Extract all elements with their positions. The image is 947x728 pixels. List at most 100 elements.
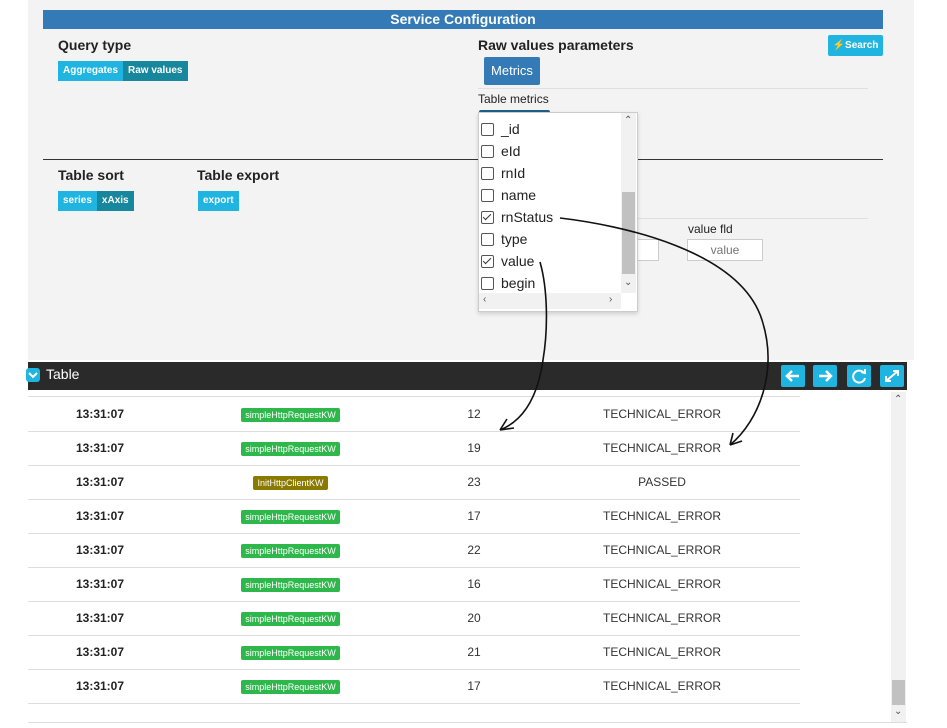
- query-type-title: Query type: [58, 37, 132, 53]
- keyword-badge: simpleHttpRequestKW: [241, 441, 340, 456]
- time-cell: 13:31:07: [75, 611, 125, 625]
- table-row: 13:31:07 simpleHttpRequestKW 12 TECHNICAL_E…: [28, 397, 800, 432]
- option-label: eId: [501, 143, 521, 159]
- status-cell: TECHNICAL_ERROR: [602, 645, 722, 659]
- keyword-badge: simpleHttpRequestKW: [241, 679, 340, 694]
- expand-icon[interactable]: [880, 365, 904, 387]
- status-cell: TECHNICAL_ERROR: [602, 407, 722, 421]
- value-fld-label: value fld: [688, 222, 733, 236]
- keyword-cell: simpleHttpRequestKW: [208, 669, 373, 703]
- value-cell: 17: [467, 509, 481, 523]
- keyword-cell: simpleHttpRequestKW: [208, 601, 373, 635]
- arrow-left-icon[interactable]: [781, 365, 805, 387]
- keyword-cell: simpleHttpRequestKW: [208, 635, 373, 669]
- time-cell: 13:31:07: [75, 679, 125, 693]
- divider: [636, 218, 868, 219]
- table-scroll-thumb[interactable]: [892, 680, 905, 705]
- option-label: _id: [501, 121, 520, 137]
- option-label: value: [501, 253, 535, 269]
- scroll-down-icon[interactable]: ⌄: [894, 706, 902, 717]
- table-metrics-label: Table metrics: [478, 92, 549, 106]
- metrics-tab[interactable]: Metrics: [484, 57, 540, 85]
- keyword-cell: simpleHttpRequestKW: [208, 567, 373, 601]
- value-cell: 17: [467, 679, 481, 693]
- table-vertical-scrollbar[interactable]: ⌃ ⌄: [891, 392, 906, 722]
- value-cell: 16: [467, 577, 481, 591]
- option-label: type: [501, 231, 528, 247]
- dropdown-horizontal-scrollbar[interactable]: ‹ ›: [479, 293, 621, 309]
- series-button[interactable]: series: [58, 191, 97, 211]
- metrics-dropdown: _id eId rnId name rnStatus type value be…: [478, 112, 638, 312]
- search-button[interactable]: ⚡Search: [828, 35, 883, 56]
- status-cell: TECHNICAL_ERROR: [602, 611, 722, 625]
- scroll-up-icon[interactable]: ⌃: [894, 394, 902, 405]
- time-cell: 13:31:07: [75, 509, 125, 523]
- option-rnid[interactable]: rnId: [479, 162, 525, 184]
- checkbox[interactable]: [481, 166, 494, 180]
- checkbox-checked[interactable]: [481, 210, 494, 224]
- option-type[interactable]: type: [479, 228, 527, 250]
- option-begin[interactable]: begin: [479, 272, 535, 294]
- divider: [28, 722, 907, 723]
- value-cell: 12: [467, 407, 481, 421]
- checkbox[interactable]: [481, 276, 494, 290]
- checkbox[interactable]: [481, 144, 494, 158]
- table-sort-title: Table sort: [58, 167, 124, 183]
- time-cell: 13:31:07: [75, 577, 125, 591]
- divider: [478, 88, 868, 89]
- checkbox[interactable]: [481, 232, 494, 246]
- status-cell: TECHNICAL_ERROR: [602, 577, 722, 591]
- arrow-right-icon[interactable]: [813, 365, 837, 387]
- keyword-badge: simpleHttpRequestKW: [241, 645, 340, 660]
- chevron-down-icon[interactable]: [26, 368, 40, 382]
- hidden-field-input[interactable]: [636, 239, 659, 261]
- checkbox[interactable]: [481, 122, 494, 136]
- checkbox-checked[interactable]: [481, 254, 494, 268]
- checkbox[interactable]: [481, 188, 494, 202]
- option-rnstatus[interactable]: rnStatus: [479, 206, 553, 228]
- keyword-badge: simpleHttpRequestKW: [241, 509, 340, 524]
- time-cell: 13:31:07: [75, 645, 125, 659]
- keyword-cell: InitHttpClientKW: [208, 465, 373, 499]
- aggregates-button[interactable]: Aggregates: [58, 61, 124, 81]
- xaxis-button[interactable]: xAxis: [96, 191, 134, 211]
- keyword-badge: simpleHttpRequestKW: [241, 543, 340, 558]
- value-cell: 22: [467, 543, 481, 557]
- option-name[interactable]: name: [479, 184, 536, 206]
- search-button-label: Search: [845, 40, 879, 51]
- keyword-cell: simpleHttpRequestKW: [208, 533, 373, 567]
- dropdown-scroll-thumb[interactable]: [622, 192, 635, 274]
- option-eid[interactable]: eId: [479, 140, 520, 162]
- option-value[interactable]: value: [479, 250, 534, 272]
- scroll-right-icon[interactable]: ›: [609, 294, 612, 305]
- option-label: name: [501, 187, 537, 203]
- status-cell: TECHNICAL_ERROR: [602, 441, 722, 455]
- export-button[interactable]: export: [198, 191, 239, 211]
- option-label: rnStatus: [501, 209, 554, 225]
- value-fld-input[interactable]: [687, 239, 763, 261]
- keyword-cell: simpleHttpRequestKW: [208, 397, 373, 431]
- value-cell: 23: [467, 475, 481, 489]
- option-id[interactable]: _id: [479, 118, 520, 140]
- lightning-icon: ⚡: [832, 40, 846, 51]
- table-row: 13:31:07 simpleHttpRequestKW 19 TECHNICAL_E…: [28, 431, 800, 466]
- time-cell: 13:31:07: [75, 543, 125, 557]
- table-toolbar: [28, 362, 907, 390]
- time-cell: 13:31:07: [75, 407, 125, 421]
- time-cell: 13:31:07: [75, 441, 125, 455]
- status-cell: TECHNICAL_ERROR: [602, 543, 722, 557]
- option-label: rnId: [501, 165, 526, 181]
- scroll-up-icon[interactable]: ⌃: [624, 115, 632, 126]
- status-cell: TECHNICAL_ERROR: [602, 679, 722, 693]
- section-divider: [43, 159, 883, 160]
- status-cell: PASSED: [638, 475, 686, 489]
- keyword-cell: simpleHttpRequestKW: [208, 431, 373, 465]
- refresh-icon[interactable]: [847, 365, 871, 387]
- table-export-title: Table export: [197, 167, 280, 183]
- config-header: Service Configuration: [43, 10, 883, 29]
- table-row: 13:31:07 InitHttpClientKW 23 PASSED: [28, 465, 800, 500]
- raw-values-button[interactable]: Raw values: [123, 61, 188, 81]
- keyword-cell: simpleHttpRequestKW: [208, 499, 373, 533]
- scroll-left-icon[interactable]: ‹: [483, 294, 486, 305]
- scroll-down-icon[interactable]: ⌄: [624, 277, 632, 288]
